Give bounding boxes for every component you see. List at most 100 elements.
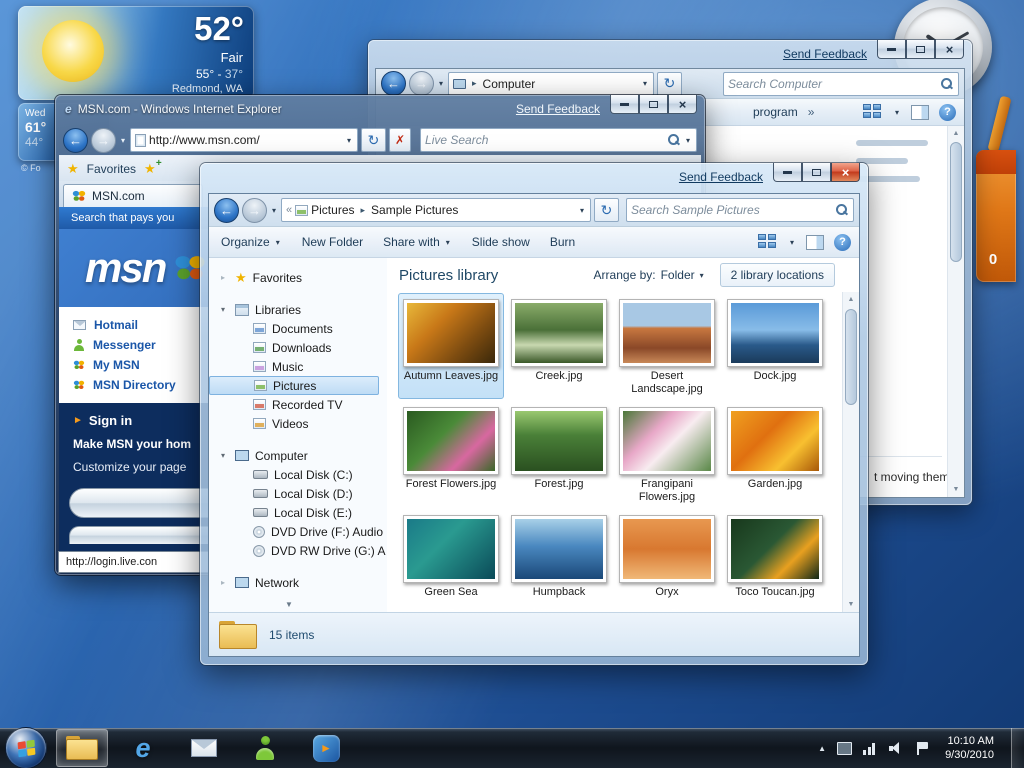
sidebar-item-documents[interactable]: Documents (209, 319, 387, 338)
breadcrumb-sample-pictures[interactable]: Sample Pictures (371, 203, 458, 217)
weather-gadget[interactable]: 52° Fair 55° - 37° Redmond, WA (18, 6, 254, 100)
scroll-up-icon[interactable]: ▲ (948, 126, 964, 141)
library-locations-button[interactable]: 2 library locations (720, 263, 835, 287)
recent-pages-dropdown-icon[interactable]: ▾ (121, 136, 125, 145)
close-button[interactable]: × (935, 40, 964, 59)
taskbar-explorer-button[interactable] (56, 729, 108, 767)
computer-search-input[interactable] (728, 77, 937, 91)
slide-show-button[interactable]: Slide show (472, 235, 530, 249)
ie-address-field[interactable]: ▾ (130, 128, 358, 152)
expander-icon[interactable]: ▸ (221, 273, 225, 282)
taskbar-ie-button[interactable]: e (117, 729, 169, 767)
recent-pages-dropdown-icon[interactable]: ▾ (272, 206, 276, 215)
sidebar-item-local-disk-d[interactable]: Local Disk (D:) (209, 484, 387, 503)
live-search-input[interactable] (425, 133, 664, 147)
file-item-oryx[interactable]: Oryx (614, 509, 720, 612)
minimize-button[interactable] (610, 95, 639, 114)
computer-search-box[interactable] (723, 72, 959, 96)
breadcrumb-pictures[interactable]: Pictures (311, 203, 354, 217)
display-tray-icon[interactable] (837, 742, 852, 755)
close-button[interactable]: × (668, 95, 697, 114)
views-icon[interactable] (758, 234, 778, 250)
computer-titlebar[interactable]: Send Feedback × (368, 40, 972, 68)
files-scrollbar[interactable]: ▲ ▼ (842, 292, 859, 612)
help-icon[interactable]: ? (834, 234, 851, 251)
ie-search-box[interactable]: ▾ (420, 128, 697, 152)
action-center-tray-icon[interactable] (915, 742, 930, 755)
sidebar-item-pictures[interactable]: Pictures (209, 376, 379, 395)
file-item-toucan[interactable]: Toco Toucan.jpg (722, 509, 828, 612)
burn-button[interactable]: Burn (550, 235, 575, 249)
address-breadcrumb[interactable]: ▸ Computer ▾ (448, 72, 654, 96)
scroll-down-icon[interactable]: ▼ (948, 482, 964, 497)
start-button[interactable] (5, 727, 47, 768)
file-item-forest[interactable]: Forest.jpg (506, 401, 612, 507)
ie-titlebar[interactable]: e MSN.com - Windows Internet Explorer Se… (55, 95, 705, 125)
back-button[interactable]: ← (214, 198, 239, 223)
sidebar-item-local-disk-c[interactable]: Local Disk (C:) (209, 465, 387, 484)
forward-button[interactable]: → (242, 198, 267, 223)
sidebar-item-dvd-f[interactable]: DVD Drive (F:) Audio (209, 522, 387, 541)
sidebar-item-recorded-tv[interactable]: Recorded TV (209, 395, 387, 414)
sidebar-item-computer[interactable]: ▾Computer (209, 446, 387, 465)
refresh-button[interactable]: ↻ (657, 72, 682, 96)
preview-pane-icon[interactable] (911, 105, 929, 120)
minimize-button[interactable] (877, 40, 906, 59)
sidebar-item-local-disk-e[interactable]: Local Disk (E:) (209, 503, 387, 522)
volume-tray-icon[interactable] (889, 742, 904, 755)
share-with-button[interactable]: Share with▾ (383, 235, 452, 249)
file-item-forest-flowers[interactable]: Forest Flowers.jpg (398, 401, 504, 507)
address-dropdown-icon[interactable]: ▾ (643, 79, 647, 88)
show-hidden-icons-button[interactable]: ▲ (818, 744, 826, 753)
pictures-window[interactable]: Send Feedback × ← → ▾ « Pictures ▸ Sampl… (200, 163, 868, 665)
sidebar-item-libraries[interactable]: ▾Libraries (209, 300, 387, 319)
sidebar-item-music[interactable]: Music (209, 357, 387, 376)
toolbar-command-fragment[interactable]: program (753, 105, 798, 119)
help-icon[interactable]: ? (939, 104, 956, 121)
views-dropdown-icon[interactable]: ▾ (895, 108, 899, 117)
new-folder-button[interactable]: New Folder (302, 235, 363, 249)
maximize-button[interactable] (802, 163, 831, 182)
refresh-button[interactable]: ↻ (594, 198, 619, 222)
send-feedback-link[interactable]: Send Feedback (679, 170, 763, 184)
file-item-desert[interactable]: Desert Landscape.jpg (614, 293, 720, 399)
file-item-green-sea[interactable]: Green Sea (398, 509, 504, 612)
toolbar-overflow-chevron[interactable]: » (808, 105, 815, 119)
sidebar-item-downloads[interactable]: Downloads (209, 338, 387, 357)
recent-pages-dropdown-icon[interactable]: ▾ (439, 79, 443, 88)
address-breadcrumb[interactable]: « Pictures ▸ Sample Pictures ▾ (281, 198, 591, 222)
favorites-label[interactable]: Favorites (87, 162, 136, 176)
sidebar-item-dvd-g[interactable]: DVD RW Drive (G:) A (209, 541, 387, 560)
computer-scrollbar[interactable]: ▲ ▼ (947, 126, 964, 497)
organize-button[interactable]: Organize▾ (221, 235, 282, 249)
taskbar-clock[interactable]: 10:10 AM 9/30/2010 (945, 734, 994, 762)
breadcrumb-overflow-icon[interactable]: « (286, 204, 292, 216)
forward-button[interactable]: → (91, 128, 116, 153)
taskbar-messenger-button[interactable] (239, 729, 291, 767)
breadcrumb-computer[interactable]: Computer (483, 77, 536, 91)
file-item-humpback[interactable]: Humpback (506, 509, 612, 612)
expander-icon[interactable]: ▾ (221, 305, 225, 314)
file-item-dock[interactable]: Dock.jpg (722, 293, 828, 399)
expander-icon[interactable]: ▸ (221, 578, 225, 587)
pictures-search-box[interactable] (626, 198, 854, 222)
file-item-autumn-le[interactable]: Autumn Leaves.jpg (398, 293, 504, 399)
forward-button[interactable]: → (409, 71, 434, 96)
sidebar-item-videos[interactable]: Videos (209, 414, 387, 433)
pictures-search-input[interactable] (631, 203, 832, 217)
preview-pane-icon[interactable] (806, 235, 824, 250)
scroll-down-icon[interactable]: ▼ (843, 597, 859, 612)
show-desktop-button[interactable] (1011, 728, 1024, 768)
network-tray-icon[interactable] (863, 742, 878, 755)
favorites-star-icon[interactable]: ★ (67, 162, 79, 175)
refresh-button[interactable]: ↻ (361, 128, 386, 152)
scrollbar-thumb[interactable] (950, 142, 962, 262)
back-button[interactable]: ← (63, 128, 88, 153)
arrange-by-dropdown[interactable]: Folder▾ (661, 268, 706, 282)
maximize-button[interactable] (906, 40, 935, 59)
stop-button[interactable]: ✗ (389, 128, 411, 152)
back-button[interactable]: ← (381, 71, 406, 96)
sidebar-scroll-down-icon[interactable]: ▼ (285, 600, 293, 609)
sidebar-item-favorites[interactable]: ▸★Favorites (209, 268, 387, 287)
notes-gadget[interactable]: 0 (976, 150, 1016, 282)
